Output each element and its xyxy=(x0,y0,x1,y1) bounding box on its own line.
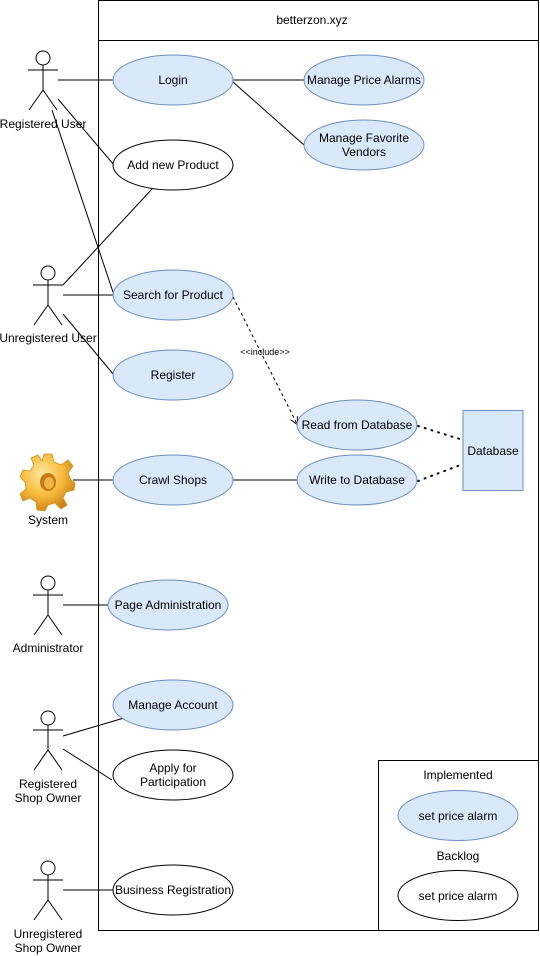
system-title: betterzon.xyz xyxy=(276,13,347,27)
use-case-label: Manage Price Alarms xyxy=(307,73,421,87)
actor-label: System xyxy=(28,513,68,527)
stick-figure-icon xyxy=(33,265,63,326)
actor-administrator[interactable]: Administrator xyxy=(13,575,84,655)
actor-unregistered-user[interactable]: Unregistered User xyxy=(0,265,97,345)
use-case-label: Vendors xyxy=(342,145,386,159)
use-case-read-from-database[interactable]: Read from Database xyxy=(296,399,418,451)
use-case-diagram: betterzon.xyz <<include>> Database Login… xyxy=(0,0,539,955)
use-case-label: Manage Favorite xyxy=(319,131,409,145)
use-case-label: Crawl Shops xyxy=(139,473,207,487)
stick-figure-icon xyxy=(33,710,63,771)
legend-implemented-example: set price alarm xyxy=(419,809,498,823)
assoc-reguser-search xyxy=(51,109,115,296)
use-case-label: Add new Product xyxy=(127,158,219,172)
use-case-manage-favorite-vendors[interactable]: Manage FavoriteVendors xyxy=(303,119,425,171)
use-case-label: Apply for xyxy=(149,761,196,775)
assoc-shopowner-apply xyxy=(62,748,113,781)
use-case-crawl-shops[interactable]: Crawl Shops xyxy=(112,454,234,506)
use-case-label: Search for Product xyxy=(123,288,224,302)
actor-registered-user[interactable]: Registered User xyxy=(0,50,86,131)
assoc-shopowner-account xyxy=(62,717,125,737)
actor-label: Unregistered User xyxy=(0,331,97,345)
actor-label: Registered xyxy=(19,777,77,791)
use-case-page-administration[interactable]: Page Administration xyxy=(107,579,229,631)
use-case-manage-price-alarms[interactable]: Manage Price Alarms xyxy=(303,54,425,106)
use-case-label: Read from Database xyxy=(302,418,413,432)
use-case-label: Write to Database xyxy=(309,473,405,487)
assoc-reguser-addproduct xyxy=(57,98,115,166)
use-case-search-for-product[interactable]: Search for Product xyxy=(112,269,234,321)
use-case-apply-for-participation[interactable]: Apply forParticipation xyxy=(112,749,234,801)
actor-system[interactable]: System xyxy=(28,513,68,527)
use-case-label: Manage Account xyxy=(128,698,218,712)
gear-icon xyxy=(19,453,76,512)
legend-implemented-title: Implemented xyxy=(423,768,492,782)
include-label: <<include>> xyxy=(240,347,290,357)
actor-label: Unregistered xyxy=(14,927,83,941)
actor-label: Registered User xyxy=(0,117,86,131)
use-case-business-registration[interactable]: Business Registration xyxy=(112,864,234,916)
stick-figure-icon xyxy=(33,575,63,636)
use-case-manage-account[interactable]: Manage Account xyxy=(112,679,234,731)
legend-backlog-example: set price alarm xyxy=(419,889,498,903)
stick-figure-icon xyxy=(28,50,58,111)
actor-unregistered-shop-owner[interactable]: UnregisteredShop Owner xyxy=(14,860,83,955)
legend-backlog-title: Backlog xyxy=(437,849,480,863)
db-link-write xyxy=(417,463,464,482)
use-case-write-to-database[interactable]: Write to Database xyxy=(296,454,418,506)
db-link-read xyxy=(417,425,464,441)
actor-label: Shop Owner xyxy=(15,791,82,805)
use-case-add-new-product[interactable]: Add new Product xyxy=(112,139,234,191)
db-connectors xyxy=(417,425,464,482)
actor-registered-shop-owner[interactable]: RegisteredShop Owner xyxy=(15,710,82,805)
use-case-register[interactable]: Register xyxy=(112,349,234,401)
assoc-unreguser-addproduct xyxy=(62,188,153,286)
use-case-label: Page Administration xyxy=(115,598,222,612)
use-case-label: Login xyxy=(158,73,187,87)
actor-label: Shop Owner xyxy=(15,941,82,955)
database-label: Database xyxy=(467,444,519,458)
actor-label: Administrator xyxy=(13,641,84,655)
use-case-label: Participation xyxy=(140,775,206,789)
use-case-label: Register xyxy=(151,368,196,382)
stick-figure-icon xyxy=(33,860,63,921)
assoc-login-favvendors xyxy=(232,81,305,146)
use-case-label: Business Registration xyxy=(115,883,231,897)
include-arrow xyxy=(232,296,297,424)
use-case-login[interactable]: Login xyxy=(112,54,234,106)
